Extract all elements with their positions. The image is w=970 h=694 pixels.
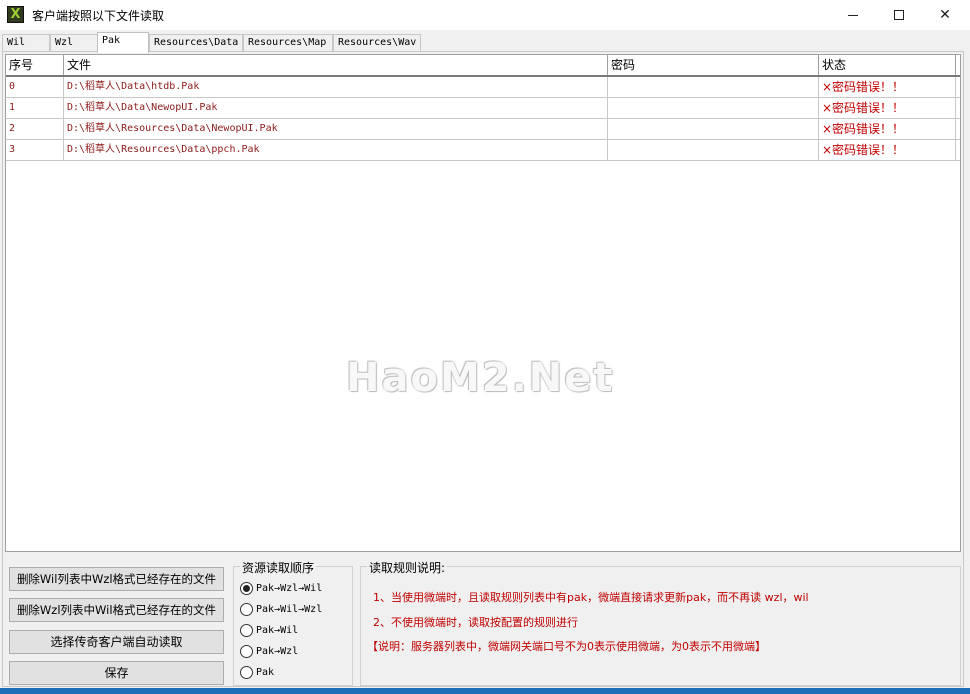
maximize-button[interactable] — [876, 0, 922, 30]
row-file: D:\稻草人\Data\htdb.Pak — [64, 77, 608, 97]
client-area: Wil Wzl Pak Resources\Data Resources\Map… — [0, 30, 970, 694]
column-header-password[interactable]: 密码 — [608, 55, 819, 75]
close-button[interactable]: ✕ — [922, 0, 968, 30]
row-password[interactable] — [608, 119, 819, 139]
radio-pak[interactable]: Pak — [240, 663, 274, 681]
minimize-button[interactable] — [830, 0, 876, 30]
read-rules-legend: 读取规则说明: — [367, 559, 448, 576]
tab-wzl[interactable]: Wzl — [50, 34, 98, 52]
radio-label: Pak — [256, 666, 275, 678]
table-row[interactable]: 2 D:\稻草人\Resources\Data\NewopUI.Pak ×密码错… — [6, 119, 960, 140]
title-bar: X 客户端按照以下文件读取 ✕ — [0, 0, 970, 30]
taskbar-edge — [0, 688, 970, 694]
delete-wil-duplicates-button[interactable]: 删除Wil列表中Wzl格式已经存在的文件 — [9, 567, 224, 591]
row-index: 3 — [6, 140, 64, 160]
maximize-icon — [894, 10, 904, 20]
auto-read-client-button[interactable]: 选择传奇客户端自动读取 — [9, 630, 224, 654]
tab-resources-data[interactable]: Resources\Data — [149, 34, 243, 52]
minimize-icon — [848, 14, 858, 16]
close-icon: ✕ — [939, 7, 951, 23]
row-index: 0 — [6, 77, 64, 97]
row-index: 1 — [6, 98, 64, 118]
app-icon: X — [7, 6, 24, 23]
table-row[interactable]: 0 D:\稻草人\Data\htdb.Pak ×密码错误！！ — [6, 77, 960, 98]
tab-resources-map[interactable]: Resources\Map — [243, 34, 333, 52]
delete-wzl-duplicates-button[interactable]: 删除Wzl列表中Wil格式已经存在的文件 — [9, 598, 224, 622]
radio-icon — [240, 665, 253, 679]
table-row[interactable]: 3 D:\稻草人\Resources\Data\ppch.Pak ×密码错误！！ — [6, 140, 960, 161]
row-file: D:\稻草人\Resources\Data\NewopUI.Pak — [64, 119, 608, 139]
watermark: HaoM2.Net — [346, 355, 615, 401]
row-status: ×密码错误！！ — [819, 140, 956, 160]
row-file: D:\稻草人\Data\NewopUI.Pak — [64, 98, 608, 118]
radio-label: Pak→Wzl — [256, 645, 299, 657]
table-row[interactable]: 1 D:\稻草人\Data\NewopUI.Pak ×密码错误！！ — [6, 98, 960, 119]
row-password[interactable] — [608, 98, 819, 118]
tab-pak[interactable]: Pak — [97, 32, 149, 53]
radio-pak-wzl-wil[interactable]: Pak→Wzl→Wil — [240, 579, 322, 597]
row-password[interactable] — [608, 77, 819, 97]
rule-line-2: 2、不使用微端时，读取按配置的规则进行 — [373, 616, 578, 629]
radio-pak-wil[interactable]: Pak→Wil — [240, 621, 298, 639]
radio-icon — [240, 623, 253, 637]
radio-label: Pak→Wil — [256, 624, 299, 636]
bottom-controls: 删除Wil列表中Wzl格式已经存在的文件 删除Wzl列表中Wil格式已经存在的文… — [3, 552, 965, 688]
radio-selected-icon — [240, 581, 253, 595]
radio-label: Pak→Wil→Wzl — [256, 603, 323, 615]
tab-panel-pak: 序号 文件 密码 状态 0 D:\稻草人\Data\htdb.Pak ×密码错误… — [2, 51, 964, 687]
rule-note: 【说明：服务器列表中，微端网关端口号不为0表示使用微端，为0表示不用微端】 — [367, 640, 766, 653]
column-header-file[interactable]: 文件 — [64, 55, 608, 75]
radio-pak-wzl[interactable]: Pak→Wzl — [240, 642, 298, 660]
tab-resources-wav[interactable]: Resources\Wav — [333, 34, 421, 52]
row-status: ×密码错误！！ — [819, 119, 956, 139]
row-status: ×密码错误！！ — [819, 77, 956, 97]
row-status: ×密码错误！！ — [819, 98, 956, 118]
row-file: D:\稻草人\Resources\Data\ppch.Pak — [64, 140, 608, 160]
file-table[interactable]: 序号 文件 密码 状态 0 D:\稻草人\Data\htdb.Pak ×密码错误… — [5, 54, 961, 552]
radio-pak-wil-wzl[interactable]: Pak→Wil→Wzl — [240, 600, 322, 618]
column-header-index[interactable]: 序号 — [6, 55, 64, 75]
column-header-status[interactable]: 状态 — [819, 55, 956, 75]
row-password[interactable] — [608, 140, 819, 160]
read-rules-group: 读取规则说明: 1、当使用微端时，且读取规则列表中有pak，微端直接请求更新pa… — [360, 559, 961, 686]
tab-wil[interactable]: Wil — [2, 34, 50, 52]
radio-label: Pak→Wzl→Wil — [256, 582, 323, 594]
radio-icon — [240, 602, 253, 616]
table-header: 序号 文件 密码 状态 — [6, 55, 960, 77]
resource-order-group: 资源读取顺序 Pak→Wzl→Wil Pak→Wil→Wzl Pak→Wil P… — [233, 559, 353, 686]
window-title: 客户端按照以下文件读取 — [32, 9, 165, 23]
row-index: 2 — [6, 119, 64, 139]
resource-order-legend: 资源读取顺序 — [240, 559, 317, 576]
radio-icon — [240, 644, 253, 658]
rule-line-1: 1、当使用微端时，且读取规则列表中有pak，微端直接请求更新pak，而不再读 w… — [373, 591, 809, 604]
save-button[interactable]: 保存 — [9, 661, 224, 685]
